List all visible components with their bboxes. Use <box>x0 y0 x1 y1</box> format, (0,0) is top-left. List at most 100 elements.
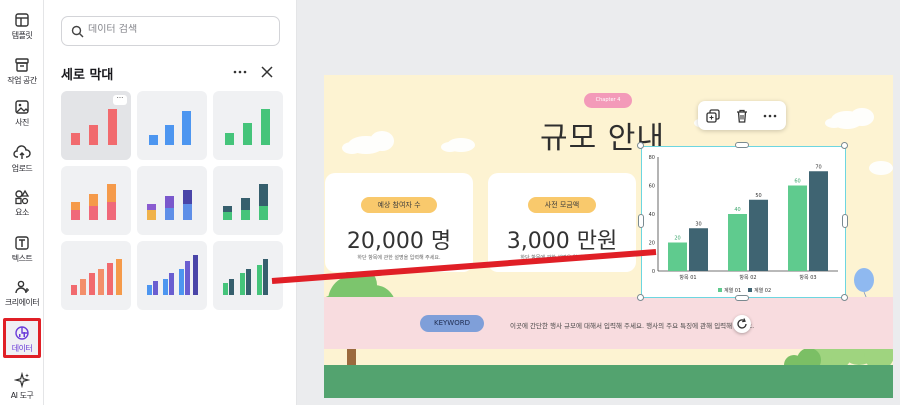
more-options-button[interactable] <box>230 62 250 82</box>
search-icon <box>71 25 84 38</box>
archive-icon <box>15 58 29 72</box>
rail-workspace[interactable]: 작업 공간 <box>0 49 44 93</box>
rail-creator[interactable]: 크리에이터 <box>0 271 44 315</box>
chart-bar <box>668 242 687 271</box>
stat-label: 예상 참여자 수 <box>361 197 437 213</box>
ground-strip <box>324 365 893 398</box>
stat-value: 3,000 만원 <box>506 229 618 254</box>
bar-chart-thumbnail <box>225 109 270 145</box>
keyword-badge: KEYWORD <box>420 315 484 332</box>
bar-chart-thumbnail <box>149 111 191 145</box>
stat-card-participants[interactable]: 예상 참여자 수 20,000 명 하단 항목에 관한 설명을 입력해 주세요. <box>325 173 473 272</box>
chart-template-tile-6[interactable] <box>213 166 283 235</box>
rotate-handle[interactable] <box>733 315 751 333</box>
chart-template-tile-7[interactable] <box>61 241 131 310</box>
stacked-bar-thumbnail <box>147 190 192 220</box>
rail-text[interactable]: 텍스트 <box>0 227 44 271</box>
rail-label: 템플릿 <box>11 31 33 40</box>
templates-icon <box>15 13 29 27</box>
data-label: 60 <box>794 179 800 185</box>
legend-label: 계열 02 <box>754 287 771 294</box>
selected-chart[interactable]: 0 20 40 60 80 20 30 항목 01 40 50 항목 02 60 70 항목 03 계열 0… <box>641 146 846 298</box>
chart-template-tile-4[interactable] <box>61 166 131 235</box>
resize-handle-s[interactable] <box>735 295 749 301</box>
rail-label: 요소 <box>15 208 29 217</box>
rail-label: AI 도구 <box>10 391 34 400</box>
chart-bar <box>809 171 828 271</box>
element-toolbar <box>698 101 786 130</box>
more-horizontal-icon <box>763 114 777 118</box>
stacked-bar-thumbnail <box>71 184 116 220</box>
data-label: 20 <box>674 236 680 242</box>
left-rail: 템플릿 작업 공간 사진 업로드 요소 텍스트 크리에이터 데이터 AI 도구 <box>0 0 44 405</box>
chart-bar <box>788 185 807 271</box>
bar-chart: 0 20 40 60 80 20 30 항목 01 40 50 항목 02 60 70 항목 03 계열 0… <box>649 155 838 294</box>
resize-handle-w[interactable] <box>638 214 644 228</box>
stacked-bar-thumbnail <box>223 184 268 220</box>
rail-label: 작업 공간 <box>7 76 37 85</box>
chart-bar <box>689 228 708 271</box>
data-label: 30 <box>695 221 701 227</box>
rail-photos[interactable]: 사진 <box>0 91 44 135</box>
bar-chart-thumbnail <box>147 255 198 295</box>
rail-label: 사진 <box>15 118 29 127</box>
chart-template-tile-2[interactable] <box>137 91 207 160</box>
rail-label: 업로드 <box>11 164 33 173</box>
stat-card-funds[interactable]: 사전 모금액 3,000 만원 하단 항목에 관한 설명을 입력해 주세요. <box>488 173 636 272</box>
chart-template-tile-3[interactable] <box>213 91 283 160</box>
legend-swatch <box>718 288 722 292</box>
chart-template-tile-9[interactable] <box>213 241 283 310</box>
tile-more-button[interactable]: ··· <box>113 95 127 105</box>
x-tick-label: 항목 03 <box>799 274 816 281</box>
resize-handle-n[interactable] <box>735 142 749 148</box>
y-tick-label: 20 <box>649 241 655 247</box>
search-input[interactable] <box>88 24 268 35</box>
cloud-upload-icon <box>13 145 31 159</box>
data-label: 70 <box>815 164 821 170</box>
duplicate-icon <box>706 109 720 123</box>
chart-template-tile-8[interactable] <box>137 241 207 310</box>
more-horizontal-icon <box>233 70 247 74</box>
y-tick-label: 60 <box>649 184 655 190</box>
resize-handle-e[interactable] <box>842 214 848 228</box>
rotate-icon <box>737 318 747 329</box>
resize-handle-nw[interactable] <box>637 142 644 149</box>
data-label: 40 <box>734 207 740 213</box>
close-button[interactable] <box>257 62 277 82</box>
image-icon <box>15 100 29 114</box>
keyword-description: 이곳에 간단한 행사 규모에 대해서 입력해 주세요. 행사의 주요 특징에 관… <box>510 322 755 330</box>
rail-elements[interactable]: 요소 <box>0 181 44 225</box>
sparkle-icon <box>14 372 30 388</box>
data-panel: 세로 막대 ··· <box>44 0 297 405</box>
shapes-icon <box>15 189 30 205</box>
stat-label: 사전 모금액 <box>528 197 596 213</box>
rail-upload[interactable]: 업로드 <box>0 137 44 181</box>
rail-ai-tools[interactable]: AI 도구 <box>0 364 44 405</box>
y-tick-label: 80 <box>649 155 655 161</box>
more-actions-button[interactable] <box>761 107 779 125</box>
resize-handle-ne[interactable] <box>841 142 848 149</box>
rail-label: 텍스트 <box>11 254 33 263</box>
resize-handle-se[interactable] <box>841 294 848 301</box>
chart-template-tile-1[interactable]: ··· <box>61 91 131 160</box>
legend-label: 계열 01 <box>724 287 741 294</box>
rail-data[interactable]: 데이터 <box>3 318 41 358</box>
search-box[interactable] <box>61 16 280 46</box>
rail-templates[interactable]: 템플릿 <box>0 4 44 48</box>
duplicate-button[interactable] <box>704 107 722 125</box>
x-tick-label: 항목 01 <box>679 274 696 281</box>
x-tick-label: 항목 02 <box>739 274 756 281</box>
resize-handle-sw[interactable] <box>637 294 644 301</box>
legend-swatch <box>748 288 752 292</box>
data-label: 50 <box>755 193 761 199</box>
trash-icon <box>737 109 747 123</box>
rail-label: 데이터 <box>11 344 33 353</box>
close-icon <box>261 66 273 78</box>
text-icon <box>15 236 29 250</box>
delete-button[interactable] <box>733 107 751 125</box>
chapter-badge: Chapter 4 <box>584 93 632 108</box>
grouped-bar-thumbnail <box>223 259 268 295</box>
y-tick-label: 40 <box>649 212 655 218</box>
chart-template-tile-5[interactable] <box>137 166 207 235</box>
data-chart-icon <box>15 326 29 340</box>
